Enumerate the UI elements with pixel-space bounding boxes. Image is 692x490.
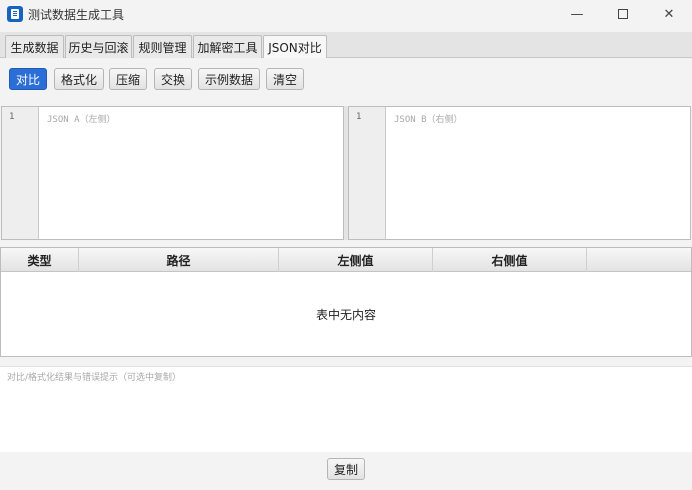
tab-rule-management[interactable]: 规则管理 (133, 35, 192, 58)
column-header-right-value[interactable]: 右侧值 (433, 248, 587, 272)
tab-bar: 生成数据 历史与回滚 规则管理 加解密工具 JSON对比 (0, 32, 692, 59)
result-output-area[interactable]: 对比/格式化结果与错误提示（可选中复制） (0, 366, 692, 452)
swap-button[interactable]: 交换 (154, 68, 192, 90)
tab-history-rollback[interactable]: 历史与回滚 (65, 35, 132, 58)
minimize-icon[interactable]: — (554, 0, 600, 28)
app-icon (7, 6, 23, 22)
line-number-gutter: 1 (349, 107, 386, 239)
tab-crypto-tool[interactable]: 加解密工具 (193, 35, 262, 58)
column-header-left-value[interactable]: 左侧值 (279, 248, 433, 272)
compare-button[interactable]: 对比 (9, 68, 47, 90)
column-header-path[interactable]: 路径 (79, 248, 279, 272)
window-title: 测试数据生成工具 (28, 8, 125, 22)
tab-json-compare[interactable]: JSON对比 (263, 35, 327, 59)
json-b-placeholder: JSON B（右侧） (394, 115, 463, 125)
maximize-icon[interactable] (600, 0, 646, 28)
copy-button[interactable]: 复制 (327, 458, 365, 480)
table-empty-message: 表中无内容 (315, 308, 376, 322)
table-header: 类型 路径 左侧值 右侧值 (1, 248, 691, 272)
tab-generate-data[interactable]: 生成数据 (5, 35, 64, 58)
compress-button[interactable]: 压缩 (109, 68, 147, 90)
json-b-editor[interactable]: 1 JSON B（右侧） (348, 106, 691, 240)
line-number-gutter: 1 (2, 107, 39, 239)
toolbar: 对比 格式化 压缩 交换 示例数据 清空 (0, 58, 692, 104)
sample-data-button[interactable]: 示例数据 (198, 68, 260, 90)
json-a-placeholder: JSON A（左侧） (47, 115, 116, 125)
clear-button[interactable]: 清空 (266, 68, 304, 90)
title-bar: 测试数据生成工具 — ✕ (0, 0, 692, 28)
close-icon[interactable]: ✕ (646, 0, 692, 28)
diff-table[interactable]: 类型 路径 左侧值 右侧值 表中无内容 (0, 247, 692, 357)
result-output-placeholder: 对比/格式化结果与错误提示（可选中复制） (7, 373, 182, 383)
column-header-type[interactable]: 类型 (1, 248, 79, 272)
json-a-editor[interactable]: 1 JSON A（左侧） (1, 106, 344, 240)
line-number: 1 (356, 112, 362, 122)
format-button[interactable]: 格式化 (54, 68, 104, 90)
line-number: 1 (9, 112, 15, 122)
